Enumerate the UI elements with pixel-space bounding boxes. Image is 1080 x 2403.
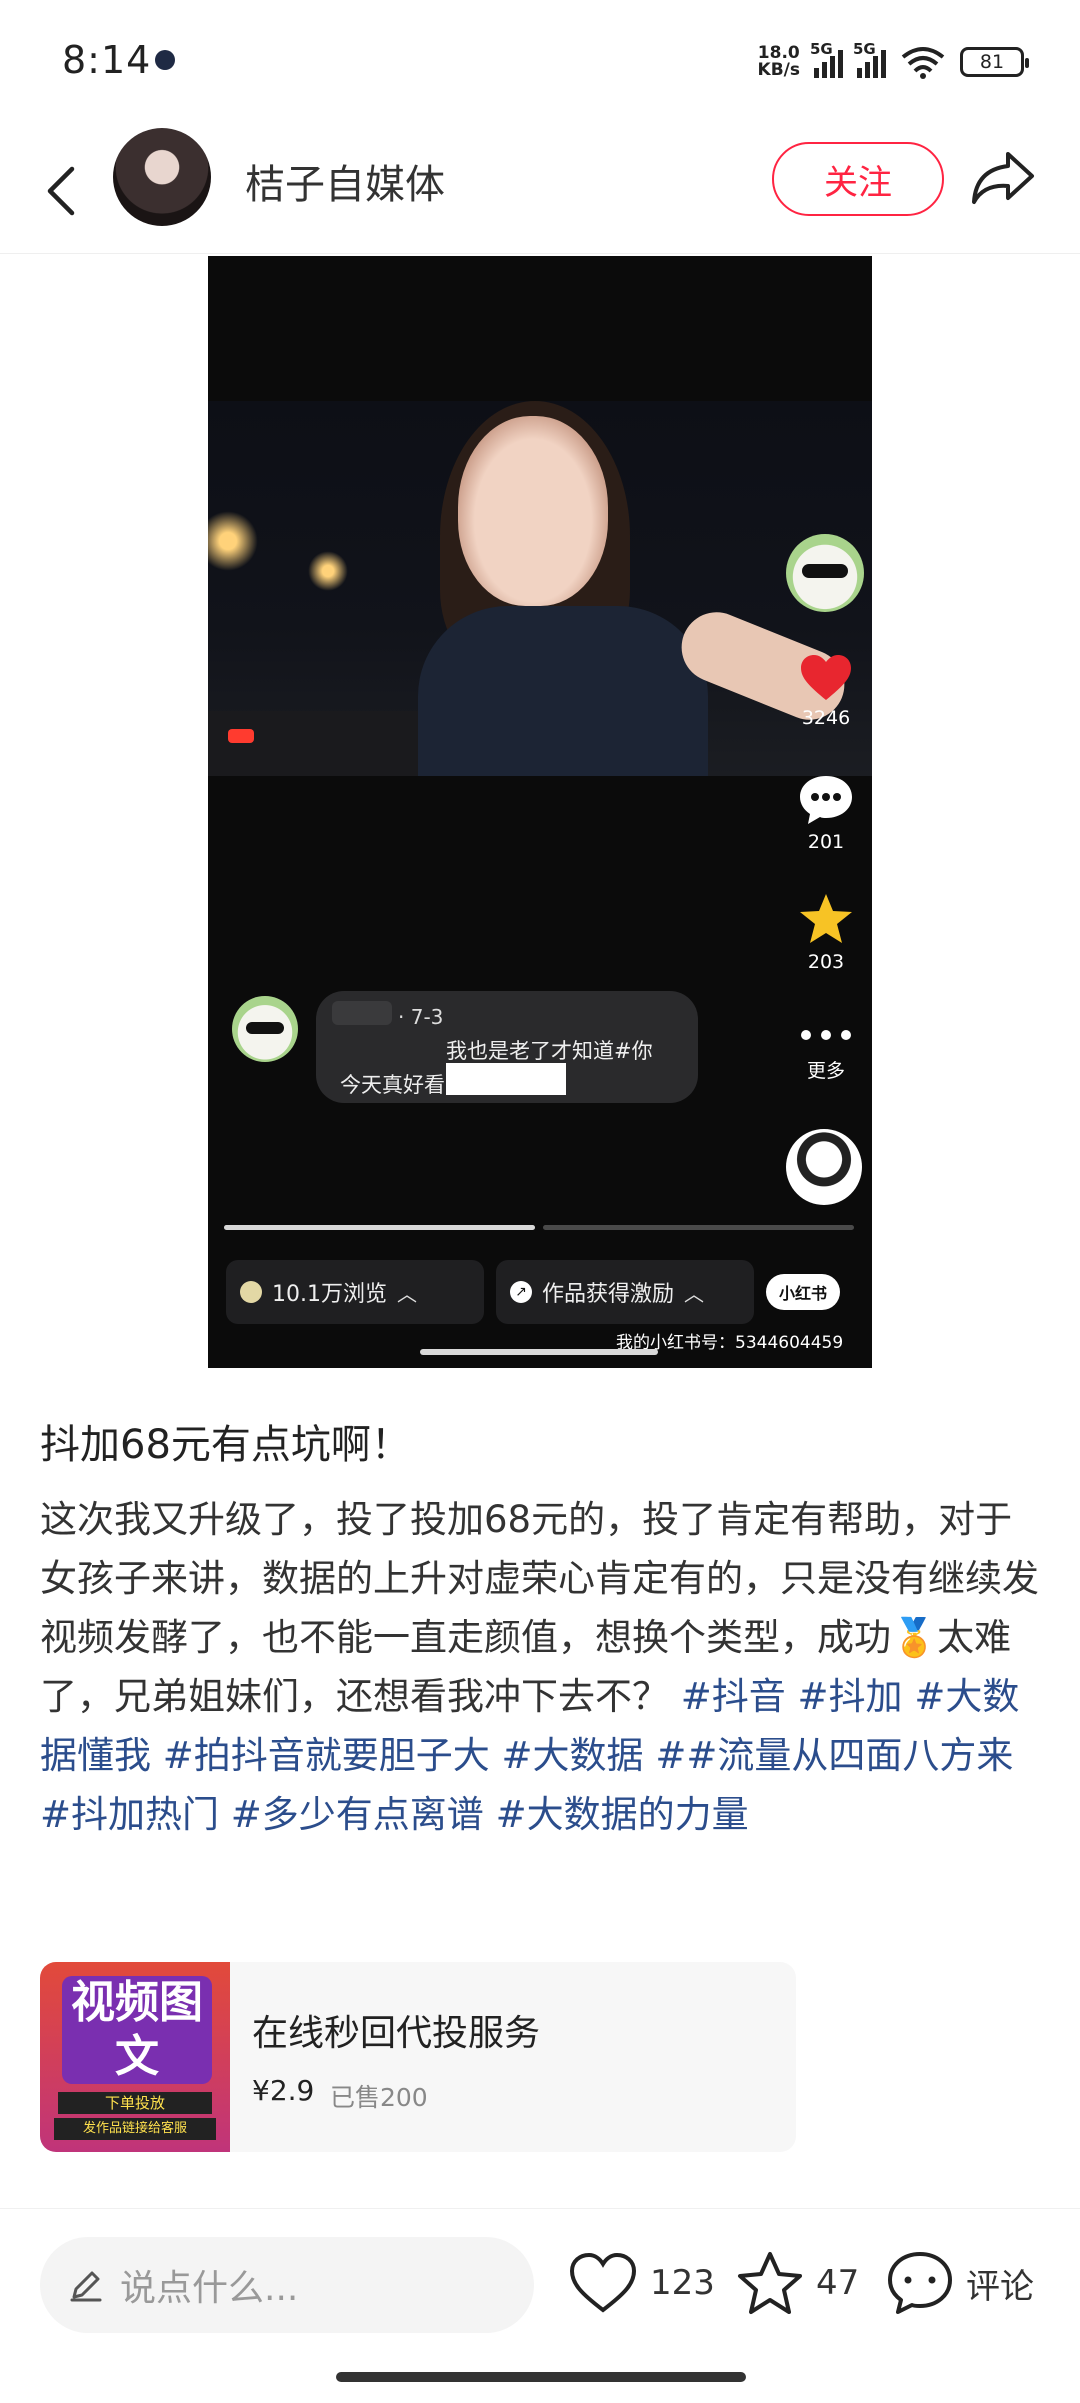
video-bottom-bar: 10.1万浏览 ︿ ↗ 作品获得激励 ︿ 小红书	[226, 1260, 840, 1324]
hashtag[interactable]: #多少有点离谱	[231, 1793, 484, 1836]
post-title: 抖加68元有点坑啊！	[40, 1422, 411, 1468]
status-icons: 18.0 KB/s 5G 5G 81	[757, 40, 1029, 84]
progress-fill-1	[224, 1225, 535, 1230]
music-disc-icon	[786, 1129, 862, 1205]
battery-icon: 81	[960, 47, 1029, 77]
star-icon	[800, 894, 852, 943]
media-image[interactable]: 3246 201 203 更多 · 7-3 我也是老了才知道#你 今天真好看 1…	[208, 256, 872, 1368]
product-name: 在线秒回代投服务	[252, 2013, 541, 2054]
comment-input-placeholder: 说点什么...	[120, 2268, 299, 2309]
note-header: 桔子自媒体 关注	[0, 128, 1080, 254]
follow-button[interactable]: 关注	[772, 142, 944, 216]
network-speed: 18.0 KB/s	[757, 43, 800, 80]
hashtag[interactable]: #抖加	[798, 1675, 903, 1718]
chevron-up-icon: ︿	[684, 1281, 705, 1306]
product-thumb-title: 视频图文	[62, 1976, 212, 2084]
like-button[interactable]: 123	[568, 2243, 715, 2323]
reward-label: 作品获得激励	[542, 1282, 675, 1307]
video-star-button[interactable]: 203	[786, 892, 866, 973]
author-avatar[interactable]	[113, 128, 211, 226]
status-time: 8:14	[62, 38, 152, 82]
product-price: ¥2.9	[252, 2074, 315, 2107]
video-like-button[interactable]: 3246	[786, 654, 866, 729]
media-home-indicator	[420, 1349, 658, 1355]
commenter-avatar	[232, 996, 298, 1062]
comment-bubble-icon	[800, 776, 852, 824]
status-bar: 8:14 18.0 KB/s 5G 5G 81	[0, 0, 1080, 120]
hashtag[interactable]: #抖加热门	[40, 1793, 219, 1836]
video-progress	[224, 1225, 854, 1230]
pencil-icon	[70, 2271, 102, 2302]
chevron-up-icon: ︿	[397, 1281, 417, 1306]
wifi-icon	[901, 47, 945, 79]
share-icon	[972, 152, 1034, 204]
video-like-count: 3246	[801, 707, 851, 729]
hashtag[interactable]: ##流量从四面八方来	[655, 1734, 1013, 1777]
signal-icon: 5G	[810, 40, 843, 78]
product-sold-count: 已售200	[330, 2083, 428, 2112]
hashtag[interactable]: #拍抖音就要胆子大	[163, 1734, 490, 1777]
more-label: 更多	[806, 1060, 845, 1082]
video-comment-button[interactable]: 201	[786, 774, 866, 853]
product-card[interactable]: 视频图文 下单投放 发作品链接给客服 在线秒回代投服务 ¥2.9 已售200	[40, 1962, 796, 2152]
like-count: 123	[650, 2263, 715, 2303]
post-body: 这次我又升级了，投了投加68元的，投了肯定有帮助，对于女孩子来讲，数据的上升对虚…	[40, 1490, 1040, 1844]
comment-date: · 7-3	[398, 1005, 444, 1029]
viewer-avatar-icon	[240, 1281, 262, 1303]
hashtag[interactable]: #抖音	[681, 1675, 786, 1718]
back-button[interactable]	[36, 158, 86, 224]
comment-input[interactable]: 说点什么...	[40, 2237, 534, 2333]
video-comment-count: 201	[807, 831, 845, 853]
heart-icon	[801, 655, 851, 700]
views-count: 10.1万浏览	[272, 1282, 387, 1307]
product-thumbnail: 视频图文 下单投放 发作品链接给客服	[40, 1962, 230, 2152]
video-star-count: 203	[807, 951, 845, 973]
heart-outline-icon	[569, 2252, 637, 2313]
collect-count: 47	[816, 2263, 860, 2303]
share-button[interactable]	[968, 148, 1038, 208]
comment-line-1: 我也是老了才知道#你	[446, 1039, 653, 1063]
more-dots-icon	[801, 1030, 851, 1040]
views-pill[interactable]: 10.1万浏览 ︿	[226, 1260, 484, 1324]
comment-button[interactable]: 评论	[886, 2243, 1034, 2323]
product-thumb-strip-1: 下单投放	[58, 2092, 212, 2114]
product-thumb-strip-2: 发作品链接给客服	[54, 2118, 216, 2140]
xiaohongshu-logo: 小红书	[766, 1274, 840, 1310]
home-indicator	[336, 2372, 746, 2382]
signal-icon-2: 5G	[853, 40, 886, 78]
reward-pill[interactable]: ↗ 作品获得激励 ︿	[496, 1260, 754, 1324]
collect-button[interactable]: 47	[736, 2243, 859, 2323]
star-outline-icon	[738, 2252, 802, 2314]
photo-content	[208, 401, 872, 776]
video-more-button[interactable]: 更多	[786, 1026, 866, 1083]
comment-label: 评论	[966, 2266, 1034, 2307]
creator-avatar[interactable]	[786, 534, 866, 612]
hashtag[interactable]: #大数据的力量	[496, 1793, 749, 1836]
author-name[interactable]: 桔子自媒体	[245, 152, 445, 210]
chevron-left-icon	[47, 166, 75, 216]
comment-bubble: · 7-3 我也是老了才知道#你 今天真好看	[316, 991, 698, 1103]
comment-line-2: 今天真好看	[340, 1073, 445, 1097]
comment-icon	[888, 2252, 952, 2314]
trend-icon: ↗	[510, 1281, 532, 1303]
hashtag[interactable]: #大数据	[502, 1734, 644, 1777]
notification-dot-icon	[155, 50, 175, 70]
music-avatar[interactable]	[786, 1129, 866, 1205]
